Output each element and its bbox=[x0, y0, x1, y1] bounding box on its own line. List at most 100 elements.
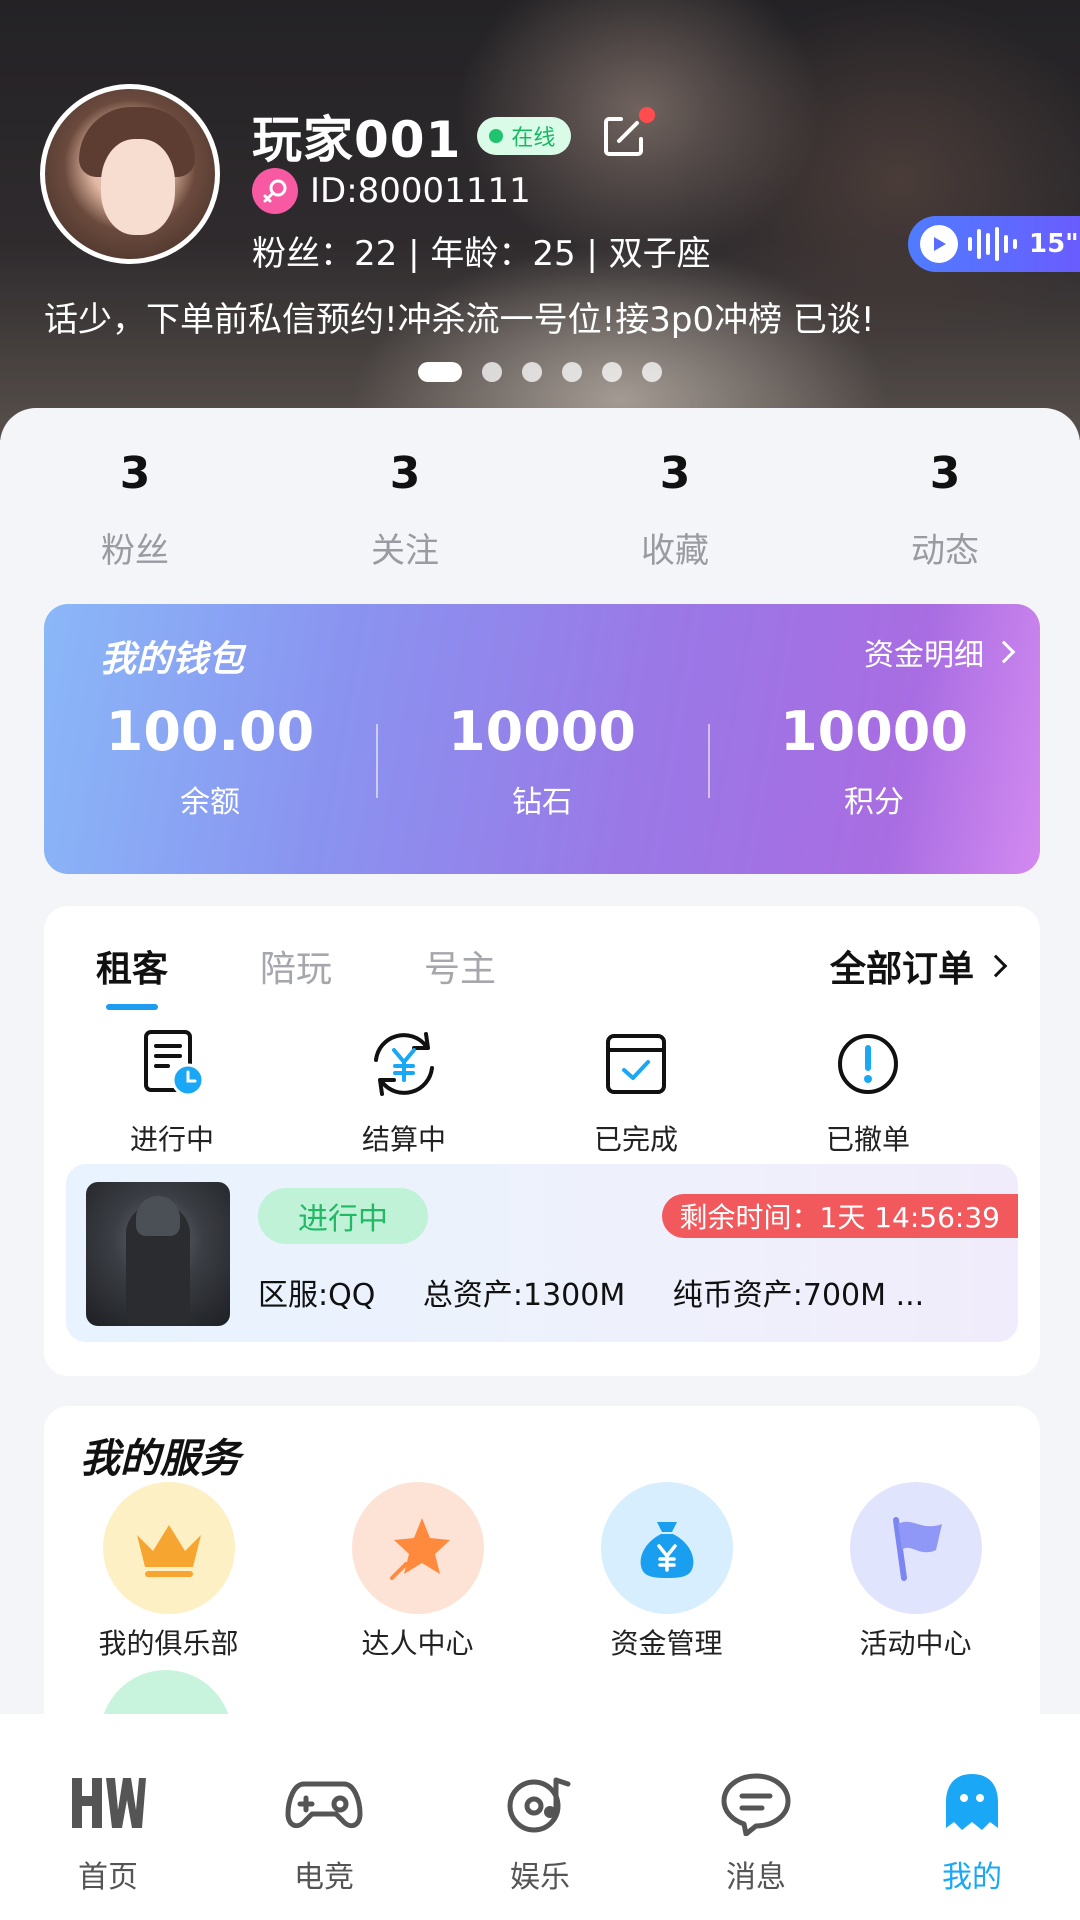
spec-total-assets: 总资产:1300M bbox=[422, 1278, 626, 1313]
wallet-divider bbox=[708, 724, 710, 798]
game-thumbnail bbox=[86, 1182, 230, 1326]
service-activity-center[interactable]: 活动中心 bbox=[791, 1482, 1040, 1662]
fund-details-link[interactable]: 资金明细 bbox=[864, 630, 1016, 674]
wallet-value: 10000 bbox=[780, 700, 968, 763]
wallet-balance[interactable]: 100.00 余额 bbox=[44, 700, 376, 821]
user-id: ID:80001111 bbox=[310, 171, 531, 211]
count-posts[interactable]: 3 动态 bbox=[810, 448, 1080, 572]
count-value: 3 bbox=[389, 448, 421, 499]
crown-icon bbox=[102, 1482, 235, 1614]
tab-companion[interactable]: 陪玩 bbox=[260, 940, 332, 992]
bottom-tab-bar: 首页 电竞 娱乐 消息 我的 bbox=[0, 1714, 1080, 1920]
profile-sheet: 3 粉丝 3 关注 3 收藏 3 动态 我的钱包 资金明细 100.00 余额 bbox=[0, 408, 1080, 1920]
wallet-label: 积分 bbox=[844, 785, 904, 820]
count-value: 3 bbox=[659, 448, 691, 499]
tab-label: 消息 bbox=[726, 1860, 786, 1895]
social-counts: 3 粉丝 3 关注 3 收藏 3 动态 bbox=[0, 448, 1080, 572]
wallet-value: 10000 bbox=[448, 700, 636, 763]
wallet-title: 我的钱包 bbox=[100, 639, 245, 680]
status-cancelled[interactable]: 已撤单 bbox=[752, 1026, 984, 1158]
status-label: 已完成 bbox=[593, 1123, 678, 1156]
remaining-time-badge: 剩余时间：1天 14:56:39 bbox=[661, 1194, 1018, 1238]
carousel-dot[interactable] bbox=[418, 362, 462, 382]
service-expert-center[interactable]: 达人中心 bbox=[293, 1482, 542, 1662]
count-label: 关注 bbox=[371, 531, 439, 571]
count-following[interactable]: 3 关注 bbox=[270, 448, 540, 572]
status-label: 已撤单 bbox=[825, 1123, 910, 1156]
wallet-points[interactable]: 10000 积分 bbox=[708, 700, 1040, 821]
wallet-label: 钻石 bbox=[512, 785, 572, 820]
carousel-dot[interactable] bbox=[562, 362, 582, 382]
music-disc-icon bbox=[507, 1777, 571, 1833]
ghost-user-icon bbox=[946, 1774, 998, 1830]
count-label: 动态 bbox=[911, 531, 979, 571]
tab-home[interactable]: 首页 bbox=[0, 1714, 216, 1920]
chevron-right-icon bbox=[992, 640, 1016, 664]
carousel-dot[interactable] bbox=[522, 362, 542, 382]
all-orders-link[interactable]: 全部订单 bbox=[830, 940, 1008, 992]
count-value: 3 bbox=[929, 448, 961, 499]
notification-dot-icon bbox=[639, 107, 656, 123]
status-settling[interactable]: 结算中 bbox=[288, 1026, 520, 1158]
tab-tenant[interactable]: 租客 bbox=[96, 940, 168, 1010]
fund-details-label: 资金明细 bbox=[864, 638, 984, 673]
exclamation-circle-icon bbox=[838, 1034, 898, 1094]
carousel-indicator bbox=[418, 362, 662, 382]
carousel-dot[interactable] bbox=[482, 362, 502, 382]
count-label: 粉丝 bbox=[101, 531, 169, 571]
tab-mine[interactable]: 我的 bbox=[864, 1714, 1080, 1920]
count-favorites[interactable]: 3 收藏 bbox=[540, 448, 810, 572]
count-value: 3 bbox=[119, 448, 151, 499]
chevron-right-icon bbox=[984, 954, 1008, 978]
chat-bubble-icon bbox=[721, 1773, 791, 1837]
wallet-card: 我的钱包 资金明细 100.00 余额 10000 钻石 10000 积分 bbox=[44, 604, 1040, 874]
user-name: 玩家001 bbox=[252, 111, 462, 169]
service-my-club[interactable]: 我的俱乐部 bbox=[44, 1482, 293, 1662]
tab-esports[interactable]: 电竞 bbox=[216, 1714, 432, 1920]
play-icon bbox=[920, 225, 958, 263]
tab-label: 电竞 bbox=[294, 1860, 354, 1895]
active-order-card[interactable]: 进行中 剩余时间：1天 14:56:39 区服:QQ 总资产:1300M 纯币资… bbox=[66, 1164, 1018, 1342]
soundwave-icon bbox=[968, 227, 1017, 261]
wallet-diamonds[interactable]: 10000 钻石 bbox=[376, 700, 708, 821]
tab-label: 首页 bbox=[78, 1860, 138, 1895]
gamepad-icon bbox=[285, 1781, 363, 1829]
tab-label: 我的 bbox=[942, 1860, 1002, 1895]
carousel-dot[interactable] bbox=[642, 362, 662, 382]
online-badge: 在线 bbox=[477, 117, 572, 155]
status-in-progress[interactable]: 进行中 bbox=[56, 1026, 288, 1158]
tab-account-owner[interactable]: 号主 bbox=[424, 940, 496, 992]
edit-profile-button[interactable] bbox=[601, 107, 656, 159]
yuan-cycle-icon bbox=[374, 1032, 434, 1096]
user-stats: 粉丝：22 | 年龄：25 | 双子座 bbox=[252, 234, 711, 274]
service-label: 我的俱乐部 bbox=[98, 1627, 239, 1660]
count-fans[interactable]: 3 粉丝 bbox=[0, 448, 270, 572]
calendar-check-icon bbox=[606, 1034, 666, 1094]
money-bag-icon bbox=[600, 1482, 733, 1614]
name-row: 玩家001 在线 bbox=[252, 100, 656, 172]
voice-intro-button[interactable]: 15" bbox=[908, 216, 1080, 272]
user-bio: 话少，下单前私信预约!冲杀流一号位!接3p0冲榜 已谈! bbox=[44, 300, 875, 340]
tab-messages[interactable]: 消息 bbox=[648, 1714, 864, 1920]
status-completed[interactable]: 已完成 bbox=[520, 1026, 752, 1158]
order-specs: 区服:QQ 总资产:1300M 纯币资产:700M ... bbox=[258, 1270, 962, 1314]
tab-label: 娱乐 bbox=[510, 1860, 570, 1895]
document-clock-icon bbox=[144, 1030, 205, 1097]
female-gender-icon bbox=[252, 168, 298, 214]
orders-card: 租客 陪玩 号主 全部订单 进行中 结算中 已完成 已撤单 进行中 剩余时间：1… bbox=[44, 906, 1040, 1376]
spec-coin-assets: 纯币资产:700M ... bbox=[672, 1278, 925, 1313]
spec-server: 区服:QQ bbox=[258, 1278, 376, 1313]
order-status-row: 进行中 结算中 已完成 已撤单 bbox=[44, 1026, 1040, 1158]
service-fund-management[interactable]: 资金管理 bbox=[542, 1482, 791, 1662]
tab-entertainment[interactable]: 娱乐 bbox=[432, 1714, 648, 1920]
avatar[interactable] bbox=[40, 84, 220, 264]
wallet-value: 100.00 bbox=[105, 700, 315, 763]
service-label: 资金管理 bbox=[610, 1627, 723, 1660]
wallet-divider bbox=[376, 724, 378, 798]
carousel-dot[interactable] bbox=[602, 362, 622, 382]
service-label: 活动中心 bbox=[859, 1627, 972, 1660]
online-label: 在线 bbox=[511, 126, 556, 151]
count-label: 收藏 bbox=[641, 531, 709, 571]
profile-header: 玩家001 在线 ID:80001111 粉丝：22 | 年龄：25 | 双子座… bbox=[0, 0, 1080, 440]
status-label: 进行中 bbox=[129, 1123, 214, 1156]
